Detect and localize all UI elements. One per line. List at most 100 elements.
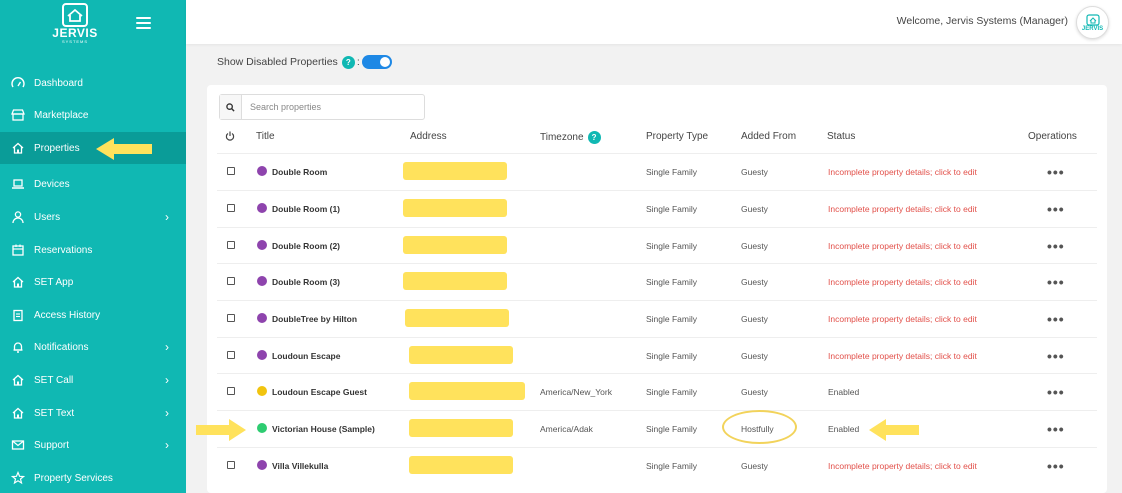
status-cell[interactable]: Incomplete property details; click to ed… bbox=[828, 241, 977, 251]
status-cell[interactable]: Incomplete property details; click to ed… bbox=[828, 351, 977, 361]
property-title[interactable]: DoubleTree by Hilton bbox=[272, 314, 357, 324]
property-title[interactable]: Loudoun Escape bbox=[272, 351, 340, 361]
operations-menu-icon[interactable]: ••• bbox=[1047, 422, 1065, 436]
chevron-right-icon: › bbox=[165, 438, 169, 452]
status-dot bbox=[257, 423, 267, 433]
search-button[interactable] bbox=[220, 95, 242, 119]
sidebar-item-set-call[interactable]: SET Call › bbox=[0, 364, 186, 396]
sidebar-item-set-text[interactable]: SET Text › bbox=[0, 397, 186, 429]
status-cell[interactable]: Enabled bbox=[828, 387, 859, 397]
status-dot bbox=[257, 276, 267, 286]
show-disabled-toggle[interactable] bbox=[361, 55, 392, 69]
status-cell[interactable]: Incomplete property details; click to ed… bbox=[828, 277, 977, 287]
home-icon bbox=[11, 141, 25, 155]
sidebar-item-notifications[interactable]: Notifications › bbox=[0, 331, 186, 363]
operations-menu-icon[interactable]: ••• bbox=[1047, 202, 1065, 216]
table-row[interactable]: Double Room (3) Single Family Guesty Incomp… bbox=[217, 263, 1097, 300]
search-input[interactable] bbox=[242, 102, 422, 112]
redacted-address bbox=[409, 382, 525, 400]
top-header: Welcome, Jervis Systems (Manager) bbox=[186, 0, 1122, 44]
help-icon[interactable]: ? bbox=[341, 55, 355, 69]
redacted-address bbox=[403, 162, 507, 180]
hamburger-menu-icon[interactable] bbox=[136, 17, 151, 29]
row-checkbox[interactable] bbox=[227, 241, 235, 249]
status-cell[interactable]: Incomplete property details; click to ed… bbox=[828, 461, 977, 471]
property-title[interactable]: Victorian House (Sample) bbox=[272, 424, 375, 434]
sidebar-item-reservations[interactable]: Reservations bbox=[0, 234, 186, 266]
table-row[interactable]: Double Room (2) Single Family Guesty Incomp… bbox=[217, 227, 1097, 264]
house-logo-icon bbox=[1085, 13, 1100, 26]
power-column-header[interactable] bbox=[225, 131, 235, 141]
row-checkbox[interactable] bbox=[227, 204, 235, 212]
table-row[interactable]: Loudoun Escape Guest America/New_York Sing… bbox=[217, 373, 1097, 410]
column-header-address[interactable]: Address bbox=[410, 131, 447, 142]
row-checkbox[interactable] bbox=[227, 387, 235, 395]
search-icon bbox=[226, 102, 235, 112]
table-row[interactable]: Double Room Single Family Guesty Incomplete… bbox=[217, 153, 1097, 190]
property-type-cell: Single Family bbox=[646, 204, 698, 214]
status-dot bbox=[257, 386, 267, 396]
property-type-cell: Single Family bbox=[646, 241, 698, 251]
sidebar-item-users[interactable]: Users › bbox=[0, 201, 186, 233]
status-dot bbox=[257, 350, 267, 360]
table-row[interactable]: Villa Villekulla Single Family Guesty Incom… bbox=[217, 447, 1097, 484]
sidebar-item-label: Dashboard bbox=[34, 77, 83, 89]
column-header-timezone[interactable]: Timezone ? bbox=[540, 131, 601, 144]
sidebar-item-devices[interactable]: Devices bbox=[0, 168, 186, 200]
user-icon bbox=[11, 210, 25, 224]
property-title[interactable]: Double Room (1) bbox=[272, 204, 340, 214]
sidebar-item-marketplace[interactable]: Marketplace bbox=[0, 99, 186, 131]
status-cell[interactable]: Incomplete property details; click to ed… bbox=[828, 314, 977, 324]
operations-menu-icon[interactable]: ••• bbox=[1047, 275, 1065, 289]
operations-menu-icon[interactable]: ••• bbox=[1047, 459, 1065, 473]
timezone-cell: America/New_York bbox=[540, 387, 612, 397]
property-title[interactable]: Double Room bbox=[272, 167, 327, 177]
sidebar-item-access-history[interactable]: Access History bbox=[0, 299, 186, 331]
column-header-status[interactable]: Status bbox=[827, 131, 855, 142]
column-header-operations[interactable]: Operations bbox=[1028, 131, 1077, 142]
column-header-title[interactable]: Title bbox=[256, 131, 275, 142]
sidebar-item-properties[interactable]: Properties bbox=[0, 132, 186, 164]
home-icon bbox=[11, 373, 25, 387]
user-avatar[interactable]: JERVIS bbox=[1076, 6, 1109, 39]
brand-logo[interactable]: JERVIS SYSTEMS bbox=[52, 2, 98, 46]
show-disabled-label: Show Disabled Properties bbox=[217, 56, 338, 68]
status-dot bbox=[257, 313, 267, 323]
sidebar-item-label: Access History bbox=[34, 309, 101, 321]
row-checkbox[interactable] bbox=[227, 277, 235, 285]
column-header-property-type[interactable]: Property Type bbox=[646, 131, 708, 142]
operations-menu-icon[interactable]: ••• bbox=[1047, 165, 1065, 179]
status-cell[interactable]: Incomplete property details; click to ed… bbox=[828, 204, 977, 214]
table-row[interactable]: Victorian House (Sample) America/Adak Sing… bbox=[217, 410, 1097, 447]
status-cell[interactable]: Incomplete property details; click to ed… bbox=[828, 167, 977, 177]
sidebar-item-dashboard[interactable]: Dashboard bbox=[0, 67, 186, 99]
search-box bbox=[219, 94, 425, 120]
row-checkbox[interactable] bbox=[227, 461, 235, 469]
row-checkbox[interactable] bbox=[227, 351, 235, 359]
operations-menu-icon[interactable]: ••• bbox=[1047, 349, 1065, 363]
redacted-address bbox=[409, 419, 513, 437]
operations-menu-icon[interactable]: ••• bbox=[1047, 385, 1065, 399]
table-row[interactable]: DoubleTree by Hilton Single Family Guesty I… bbox=[217, 300, 1097, 337]
sidebar-item-property-services[interactable]: Property Services bbox=[0, 462, 186, 493]
column-header-added-from[interactable]: Added From bbox=[741, 131, 796, 142]
table-row[interactable]: Double Room (1) Single Family Guesty Incomp… bbox=[217, 190, 1097, 227]
row-checkbox[interactable] bbox=[227, 314, 235, 322]
property-title[interactable]: Loudoun Escape Guest bbox=[272, 387, 367, 397]
property-title[interactable]: Double Room (2) bbox=[272, 241, 340, 251]
operations-menu-icon[interactable]: ••• bbox=[1047, 312, 1065, 326]
timezone-help-icon[interactable]: ? bbox=[587, 131, 601, 144]
table-row[interactable]: Loudoun Escape Single Family Guesty Incompl… bbox=[217, 337, 1097, 374]
status-cell[interactable]: Enabled bbox=[828, 424, 859, 434]
property-title[interactable]: Double Room (3) bbox=[272, 277, 340, 287]
sidebar-item-support[interactable]: Support › bbox=[0, 429, 186, 461]
redacted-address bbox=[409, 346, 513, 364]
added-from-cell: Guesty bbox=[741, 241, 768, 251]
store-icon bbox=[11, 108, 25, 122]
added-from-cell: Guesty bbox=[741, 314, 768, 324]
property-title[interactable]: Villa Villekulla bbox=[272, 461, 328, 471]
sidebar-item-set-app[interactable]: SET App bbox=[0, 266, 186, 298]
operations-menu-icon[interactable]: ••• bbox=[1047, 239, 1065, 253]
row-checkbox[interactable] bbox=[227, 167, 235, 175]
annotation-arrow-right-icon bbox=[196, 419, 246, 441]
